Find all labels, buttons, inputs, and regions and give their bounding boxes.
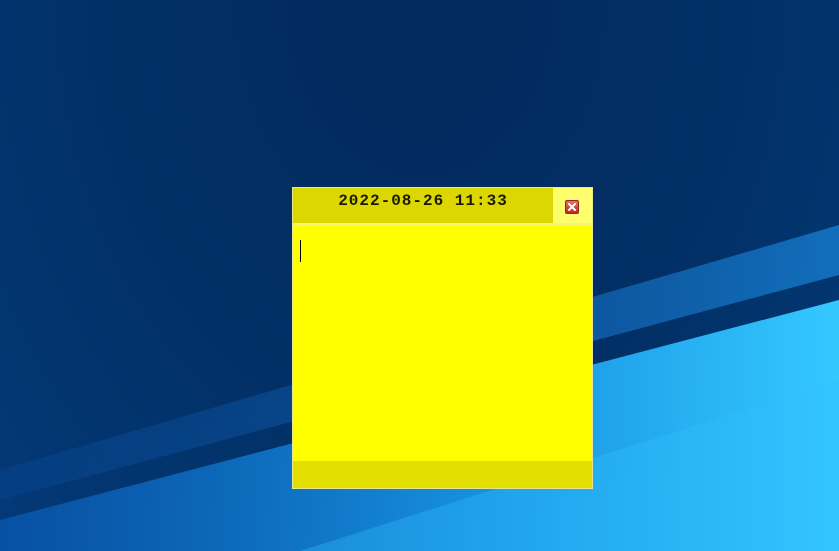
note-timestamp-title: 2022-08-26 11:33: [338, 192, 508, 210]
note-titlebar[interactable]: 2022-08-26 11:33: [293, 188, 553, 226]
note-close-area: [553, 188, 592, 226]
close-icon: [568, 203, 576, 211]
note-text-area[interactable]: [300, 238, 585, 453]
text-caret: [300, 240, 301, 262]
note-body[interactable]: [293, 229, 592, 460]
sticky-note: 2022-08-26 11:33: [293, 188, 592, 488]
note-footer[interactable]: [293, 461, 592, 488]
close-button[interactable]: [565, 200, 579, 214]
